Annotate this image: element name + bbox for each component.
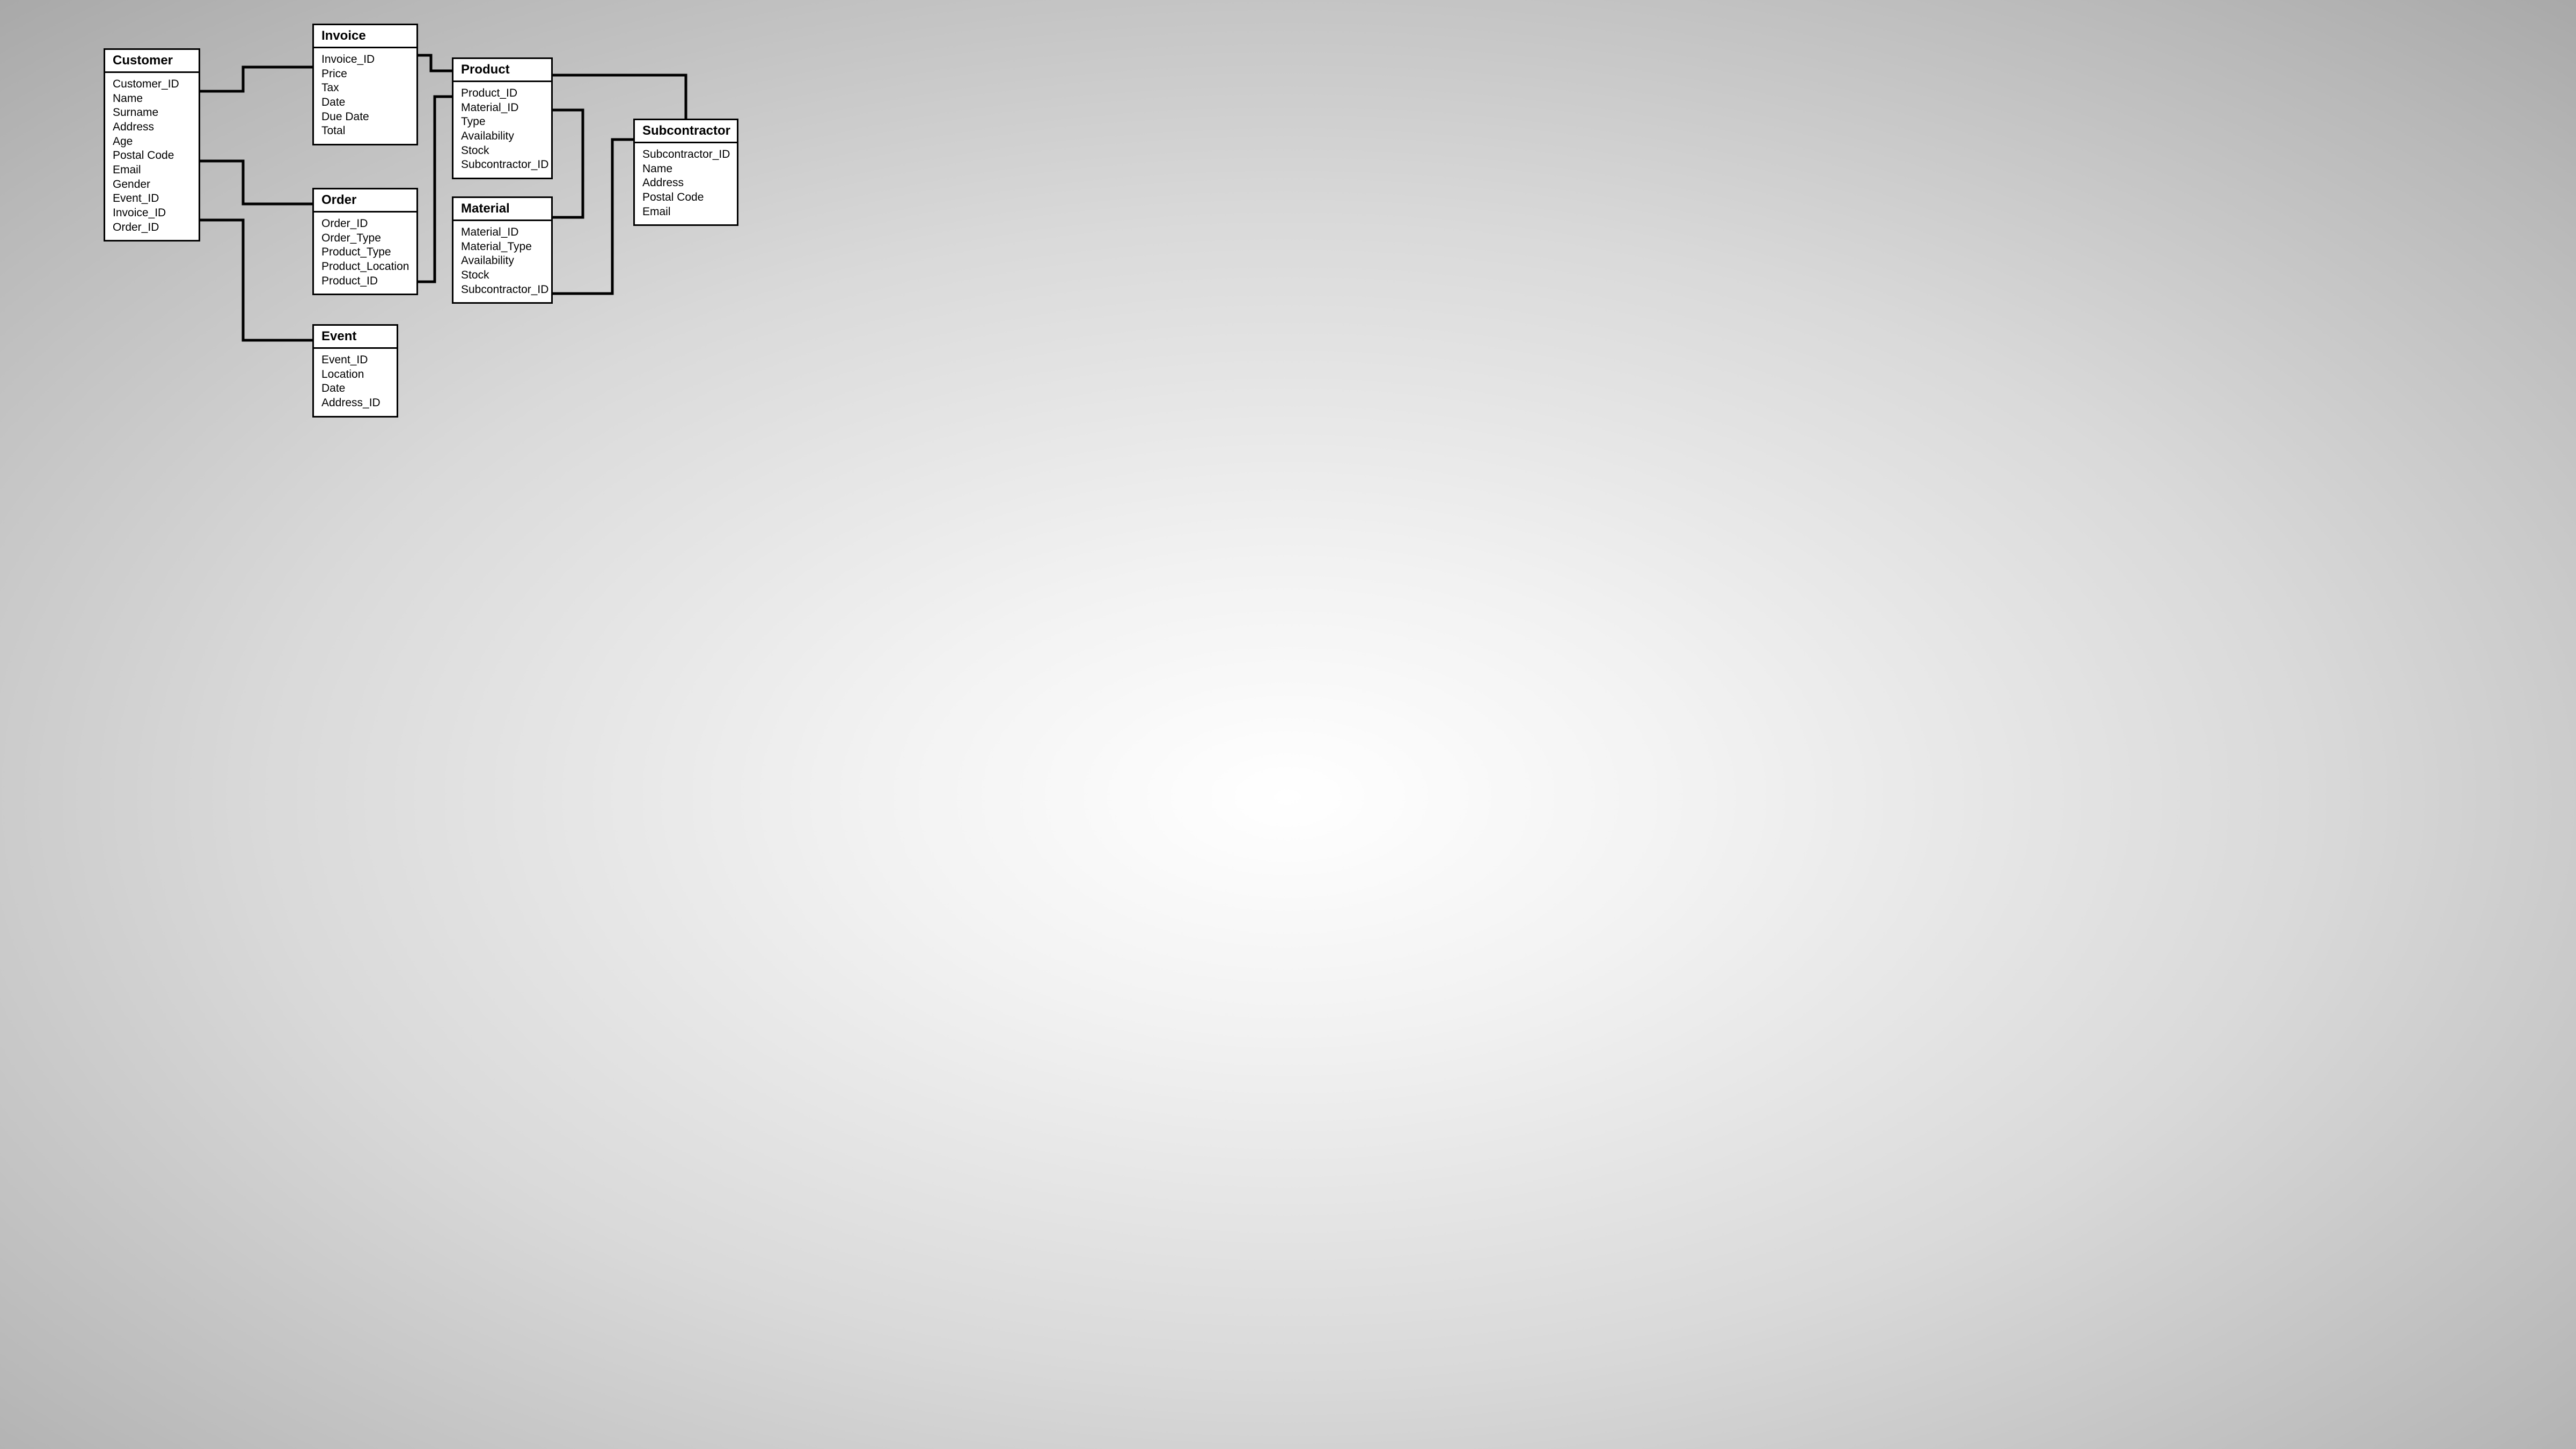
entity-body: Material_ID Material_Type Availability S… [453,221,551,302]
entity-attr: Postal Code [113,149,191,163]
entity-attr: Name [642,162,729,177]
entity-body: Subcontractor_ID Name Address Postal Cod… [635,143,737,224]
entity-attr: Address [642,176,729,191]
entity-attr: Gender [113,178,191,192]
entity-attr: Total [321,124,409,138]
entity-body: Order_ID Order_Type Product_Type Product… [314,213,416,294]
entity-attr: Material_ID [461,225,544,240]
entity-attr: Customer_ID [113,77,191,92]
entity-attr: Availability [461,129,544,144]
entity-body: Invoice_ID Price Tax Date Due Date Total [314,48,416,144]
entity-event: Event Event_ID Location Date Address_ID [312,324,398,418]
entity-attr: Event_ID [113,192,191,206]
entity-attr: Date [321,382,389,396]
entity-attr: Invoice_ID [113,206,191,221]
entity-attr: Invoice_ID [321,53,409,67]
entity-attr: Stock [461,268,544,283]
entity-subcontractor: Subcontractor Subcontractor_ID Name Addr… [633,119,738,226]
entity-attr: Address [113,120,191,135]
entity-attr: Email [113,163,191,178]
entity-customer: Customer Customer_ID Name Surname Addres… [104,48,200,241]
entity-attr: Material_ID [461,101,544,115]
er-diagram-canvas: Customer Customer_ID Name Surname Addres… [0,0,794,447]
entity-product: Product Product_ID Material_ID Type Avai… [452,57,553,179]
entity-body: Event_ID Location Date Address_ID [314,349,397,416]
entity-attr: Tax [321,81,409,96]
entity-order: Order Order_ID Order_Type Product_Type P… [312,188,418,295]
entity-attr: Event_ID [321,353,389,368]
entity-attr: Type [461,115,544,129]
entity-attr: Order_ID [113,221,191,235]
entity-attr: Stock [461,144,544,158]
entity-attr: Product_Type [321,245,409,260]
entity-body: Customer_ID Name Surname Address Age Pos… [105,73,199,240]
entity-title: Subcontractor [635,120,737,143]
entity-attr: Email [642,205,729,219]
entity-attr: Subcontractor_ID [642,148,729,162]
entity-title: Order [314,189,416,213]
entity-body: Product_ID Material_ID Type Availability… [453,82,551,178]
entity-attr: Location [321,368,389,382]
entity-attr: Subcontractor_ID [461,283,544,297]
entity-title: Invoice [314,25,416,48]
entity-attr: Product_ID [321,274,409,289]
entity-material: Material Material_ID Material_Type Avail… [452,196,553,304]
entity-attr: Order_ID [321,217,409,231]
entity-attr: Age [113,135,191,149]
entity-attr: Price [321,67,409,82]
entity-attr: Address_ID [321,396,389,411]
entity-attr: Material_Type [461,240,544,254]
entity-attr: Name [113,92,191,106]
entity-attr: Product_Location [321,260,409,274]
entity-attr: Subcontractor_ID [461,158,544,172]
entity-attr: Surname [113,106,191,120]
entity-title: Event [314,326,397,349]
entity-title: Product [453,59,551,82]
entity-attr: Order_Type [321,231,409,246]
entity-invoice: Invoice Invoice_ID Price Tax Date Due Da… [312,24,418,145]
entity-title: Customer [105,50,199,73]
entity-attr: Availability [461,254,544,268]
entity-attr: Date [321,96,409,110]
entity-title: Material [453,198,551,221]
entity-attr: Product_ID [461,86,544,101]
entity-attr: Due Date [321,110,409,125]
entity-attr: Postal Code [642,191,729,205]
